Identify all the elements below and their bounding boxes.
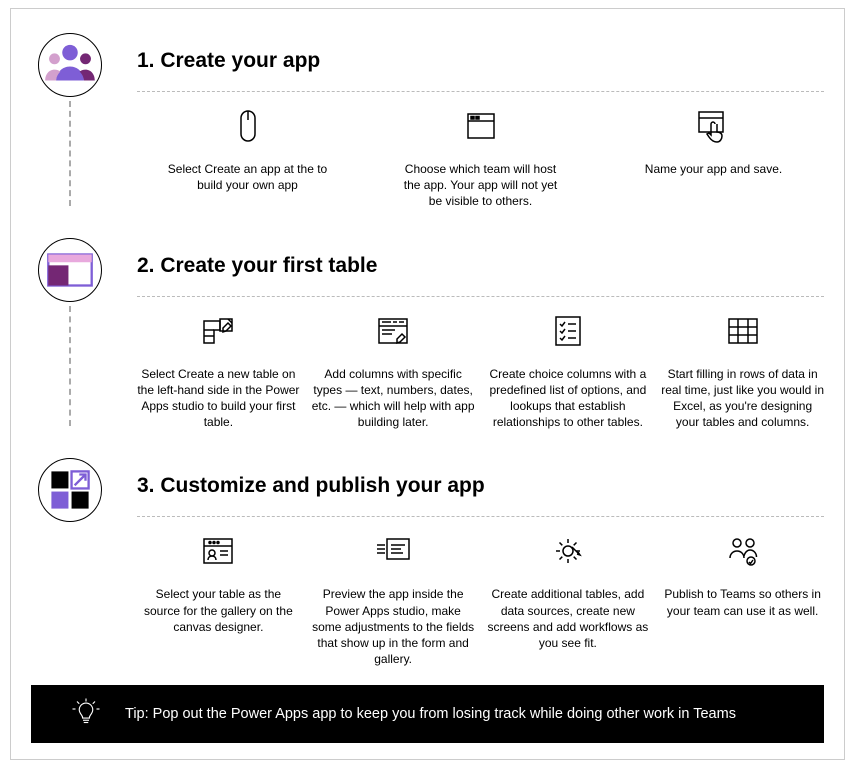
form-icon — [373, 531, 413, 586]
tip-bar: Tip: Pop out the Power Apps app to keep … — [31, 685, 824, 743]
grid-icon — [723, 311, 763, 366]
step-text: Choose which team will host the app. You… — [396, 161, 566, 210]
section-2-title: 2. Create your first table — [137, 254, 824, 278]
section-icon-people — [38, 33, 102, 97]
gear-icon — [548, 531, 588, 586]
step-text: Add columns with specific types — text, … — [312, 366, 475, 431]
team-publish-icon — [723, 531, 763, 586]
step-text: Name your app and save. — [645, 161, 782, 177]
columns-icon — [373, 311, 413, 366]
lightbulb-icon — [71, 697, 101, 731]
tip-text: Tip: Pop out the Power Apps app to keep … — [125, 706, 736, 722]
mouse-icon — [228, 106, 268, 161]
divider — [137, 91, 824, 92]
step-text: Start filling in rows of data in real ti… — [661, 366, 824, 431]
gallery-icon — [198, 531, 238, 586]
divider — [137, 296, 824, 297]
section-3-title: 3. Customize and publish your app — [137, 474, 824, 498]
step-text: Select Create an app at the to build you… — [163, 161, 333, 193]
step-text: Select your table as the source for the … — [137, 586, 300, 635]
section-icon-publish — [38, 458, 102, 522]
step-text: Create choice columns with a predefined … — [487, 366, 650, 431]
step-text: Create additional tables, add data sourc… — [487, 586, 650, 651]
divider — [137, 516, 824, 517]
step-text: Preview the app inside the Power Apps st… — [312, 586, 475, 667]
section-1-title: 1. Create your app — [137, 49, 824, 73]
create-table-icon — [198, 311, 238, 366]
step-text: Select Create a new table on the left-ha… — [137, 366, 300, 431]
touch-icon — [694, 106, 734, 161]
section-icon-table — [38, 238, 102, 302]
window-icon — [461, 106, 501, 161]
step-text: Publish to Teams so others in your team … — [661, 586, 824, 618]
checklist-icon — [548, 311, 588, 366]
